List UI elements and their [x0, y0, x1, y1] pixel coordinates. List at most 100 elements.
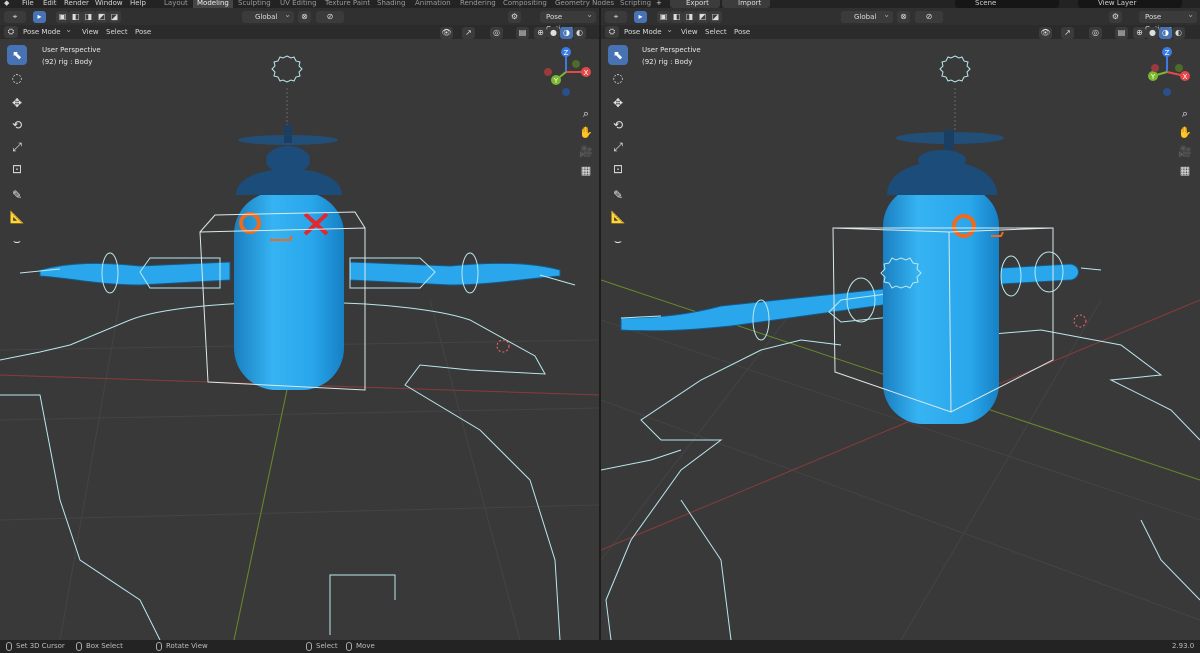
select-mode-intersect-icon[interactable]: ◪: [108, 11, 121, 23]
tab-rendering[interactable]: Rendering: [456, 0, 500, 8]
visibility-icon[interactable]: 👁: [440, 27, 453, 39]
nav-gizmo[interactable]: Z X Y: [1141, 46, 1199, 101]
camera-view-icon[interactable]: 🎥: [578, 144, 594, 160]
menu-pose[interactable]: Pose: [135, 28, 151, 36]
camera-view-icon[interactable]: 🎥: [1177, 144, 1193, 160]
ortho-toggle-icon[interactable]: ▦: [1177, 163, 1193, 179]
nav-gizmo[interactable]: Z X Y: [540, 46, 598, 101]
pose-options-dropdown[interactable]: Pose Options: [1139, 9, 1197, 33]
viewport-right[interactable]: ⌖ ▸ ▣ ◧ ◨ ◩ ◪ Global ⊗ ⊘ ⚙ Pose Options …: [601, 8, 1200, 640]
pose-options-dropdown[interactable]: Pose Options: [540, 9, 596, 33]
mode-dropdown[interactable]: Pose Mode: [618, 24, 676, 38]
tool-relax[interactable]: ⌣: [7, 231, 27, 251]
select-mode-subtract-icon[interactable]: ◨: [82, 11, 95, 23]
menu-pose[interactable]: Pose: [734, 28, 750, 36]
tool-select-box[interactable]: ⬉: [7, 45, 27, 65]
tab-animation[interactable]: Animation: [411, 0, 455, 8]
menu-view[interactable]: View: [681, 28, 698, 36]
pivot-point-icon[interactable]: ⊗: [897, 11, 910, 23]
viewport-left[interactable]: ⌖ ▸ ▣ ◧ ◨ ◩ ◪ Global ⊗ ⊘ ⚙ Pose Options …: [0, 8, 599, 640]
add-workspace-button[interactable]: +: [656, 0, 662, 8]
shading-wireframe-icon[interactable]: ⊕: [534, 27, 547, 39]
shading-wireframe-icon[interactable]: ⊕: [1133, 27, 1146, 39]
overlays-icon[interactable]: ◎: [1089, 27, 1102, 39]
export-button[interactable]: Export: [670, 0, 720, 8]
zoom-view-icon[interactable]: ⌕: [578, 106, 594, 122]
gizmo-toggle-icon[interactable]: ↗: [1061, 27, 1074, 39]
select-tool-icon[interactable]: ▸: [634, 11, 647, 23]
xray-icon[interactable]: ▤: [516, 27, 529, 39]
shading-rendered-icon[interactable]: ◐: [573, 27, 586, 39]
tool-rotate[interactable]: ⟲: [608, 115, 628, 135]
visibility-icon[interactable]: 👁: [1039, 27, 1052, 39]
import-button[interactable]: Import: [722, 0, 770, 8]
xray-icon[interactable]: ▤: [1115, 27, 1128, 39]
editor-type-icon[interactable]: ⌖: [605, 11, 627, 23]
menu-select[interactable]: Select: [705, 28, 727, 36]
tool-select-box[interactable]: ⬉: [608, 45, 628, 65]
tool-transform[interactable]: ⊡: [608, 159, 628, 179]
pivot-point-icon[interactable]: ⊗: [298, 11, 311, 23]
tool-scale[interactable]: ⤢: [608, 137, 628, 157]
zoom-view-icon[interactable]: ⌕: [1177, 106, 1193, 122]
select-mode-subtract-icon[interactable]: ◨: [683, 11, 696, 23]
tab-geometry-nodes[interactable]: Geometry Nodes: [551, 0, 618, 8]
tool-transform[interactable]: ⊡: [7, 159, 27, 179]
tool-cursor[interactable]: ◌: [608, 68, 628, 88]
gizmo-settings-icon[interactable]: ⚙: [508, 11, 521, 23]
pan-view-icon[interactable]: ✋: [1177, 125, 1193, 141]
gizmo-toggle-icon[interactable]: ↗: [462, 27, 475, 39]
tab-texture-paint[interactable]: Texture Paint: [321, 0, 374, 8]
tab-uv-editing[interactable]: UV Editing: [276, 0, 321, 8]
pan-view-icon[interactable]: ✋: [578, 125, 594, 141]
transform-orientation-dropdown[interactable]: Global: [242, 9, 294, 23]
menu-window[interactable]: Window: [95, 0, 123, 8]
tool-measure[interactable]: 📐: [608, 207, 628, 227]
menu-help[interactable]: Help: [130, 0, 146, 8]
blender-logo-icon[interactable]: ◆: [4, 0, 9, 8]
select-mode-new-icon[interactable]: ▣: [657, 11, 670, 23]
shading-solid-icon[interactable]: ●: [547, 27, 560, 39]
scene-selector[interactable]: Scene: [955, 0, 1059, 8]
shading-material-icon[interactable]: ◑: [560, 27, 573, 39]
snap-icon[interactable]: ⊘: [316, 11, 344, 23]
select-tool-icon[interactable]: ▸: [33, 11, 46, 23]
shading-solid-icon[interactable]: ●: [1146, 27, 1159, 39]
mode-dropdown[interactable]: Pose Mode: [17, 24, 75, 38]
tab-compositing[interactable]: Compositing: [499, 0, 551, 8]
view-layer-selector[interactable]: View Layer: [1078, 0, 1182, 8]
tool-scale[interactable]: ⤢: [7, 137, 27, 157]
transform-orientation-dropdown[interactable]: Global: [841, 9, 893, 23]
editor-type-icon[interactable]: ⌖: [4, 11, 26, 23]
menu-file[interactable]: File: [22, 0, 34, 8]
select-mode-extend-icon[interactable]: ◧: [69, 11, 82, 23]
tool-rotate[interactable]: ⟲: [7, 115, 27, 135]
gizmo-settings-icon[interactable]: ⚙: [1109, 11, 1122, 23]
menu-edit[interactable]: Edit: [43, 0, 57, 8]
snap-icon[interactable]: ⊘: [915, 11, 943, 23]
tab-scripting[interactable]: Scripting: [616, 0, 655, 8]
tool-annotate[interactable]: ✎: [608, 185, 628, 205]
tab-layout[interactable]: Layout: [160, 0, 192, 8]
menu-view[interactable]: View: [82, 28, 99, 36]
tab-shading[interactable]: Shading: [373, 0, 409, 8]
tab-sculpting[interactable]: Sculpting: [234, 0, 275, 8]
tool-measure[interactable]: 📐: [7, 207, 27, 227]
overlays-icon[interactable]: ◎: [490, 27, 503, 39]
select-mode-invert-icon[interactable]: ◩: [696, 11, 709, 23]
tool-annotate[interactable]: ✎: [7, 185, 27, 205]
tool-cursor[interactable]: ◌: [7, 68, 27, 88]
select-mode-invert-icon[interactable]: ◩: [95, 11, 108, 23]
shading-rendered-icon[interactable]: ◐: [1172, 27, 1185, 39]
ortho-toggle-icon[interactable]: ▦: [578, 163, 594, 179]
menu-select[interactable]: Select: [106, 28, 128, 36]
tool-move[interactable]: ✥: [7, 93, 27, 113]
tool-move[interactable]: ✥: [608, 93, 628, 113]
select-mode-new-icon[interactable]: ▣: [56, 11, 69, 23]
tool-relax[interactable]: ⌣: [608, 231, 628, 251]
select-mode-extend-icon[interactable]: ◧: [670, 11, 683, 23]
shading-material-icon[interactable]: ◑: [1159, 27, 1172, 39]
tab-modeling[interactable]: Modeling: [193, 0, 233, 8]
menu-render[interactable]: Render: [64, 0, 89, 8]
select-mode-intersect-icon[interactable]: ◪: [709, 11, 722, 23]
